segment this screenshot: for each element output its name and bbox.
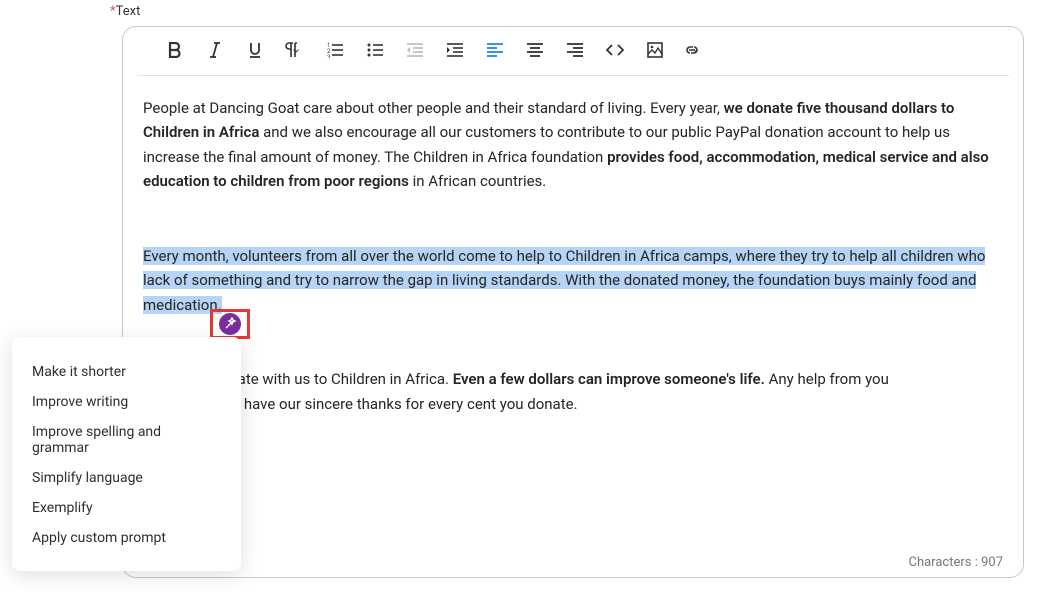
ordered-list-icon: 123	[327, 42, 343, 58]
image-icon	[647, 42, 663, 58]
ordered-list-button[interactable]: 123	[315, 35, 355, 65]
italic-button[interactable]	[195, 35, 235, 65]
link-icon	[684, 42, 706, 58]
menu-item-custom-prompt[interactable]: Apply custom prompt	[12, 523, 241, 553]
italic-icon	[208, 42, 222, 58]
align-center-button[interactable]	[515, 35, 555, 65]
indent-button[interactable]	[435, 35, 475, 65]
menu-item-simplify-language[interactable]: Simplify language	[12, 463, 241, 493]
unordered-list-button[interactable]	[355, 35, 395, 65]
paragraph-1: People at Dancing Goat care about other …	[143, 96, 1003, 194]
indent-icon	[447, 42, 463, 58]
bold-button[interactable]	[155, 35, 195, 65]
svg-text:3: 3	[327, 54, 330, 58]
menu-item-improve-writing[interactable]: Improve writing	[12, 387, 241, 417]
align-right-icon	[567, 42, 583, 58]
underline-button[interactable]	[235, 35, 275, 65]
code-button[interactable]	[595, 35, 635, 65]
menu-item-improve-spelling[interactable]: Improve spelling and grammar	[12, 417, 241, 463]
menu-item-make-shorter[interactable]: Make it shorter	[12, 357, 241, 387]
editor-content-area[interactable]: People at Dancing Goat care about other …	[123, 76, 1023, 450]
paragraph-format-icon	[284, 42, 306, 58]
align-left-icon	[487, 42, 503, 58]
field-label-text: Text	[116, 4, 141, 19]
editor-toolbar: 123	[137, 27, 1009, 76]
ai-assist-floating-button[interactable]	[210, 309, 250, 339]
paragraph-2-selected: Every month, volunteers from all over th…	[143, 244, 1003, 317]
paragraph-format-button[interactable]	[275, 35, 315, 65]
wand-icon	[223, 317, 237, 331]
bold-icon	[168, 42, 182, 58]
paragraph-3: world and donate with us to Children in …	[143, 367, 1003, 416]
menu-item-exemplify[interactable]: Exemplify	[12, 493, 241, 523]
unordered-list-icon	[367, 42, 383, 58]
char-count-label: Characters :	[908, 555, 981, 570]
insert-image-button[interactable]	[635, 35, 675, 65]
selected-text: Every month, volunteers from all over th…	[143, 247, 985, 314]
align-left-button[interactable]	[475, 35, 515, 65]
field-label: *Text	[110, 4, 140, 19]
insert-link-button[interactable]	[675, 35, 715, 65]
underline-icon	[248, 42, 262, 58]
code-icon	[606, 42, 624, 58]
rich-text-editor: 123 People at Dancing Go	[122, 26, 1024, 578]
outdent-icon	[407, 42, 423, 58]
ai-assist-menu: Make it shorter Improve writing Improve …	[12, 337, 241, 571]
character-count: Characters : 907	[902, 551, 1009, 574]
outdent-button[interactable]	[395, 35, 435, 65]
char-count-value: 907	[981, 555, 1003, 570]
align-center-icon	[527, 42, 543, 58]
ai-magic-icon	[219, 313, 241, 335]
align-right-button[interactable]	[555, 35, 595, 65]
